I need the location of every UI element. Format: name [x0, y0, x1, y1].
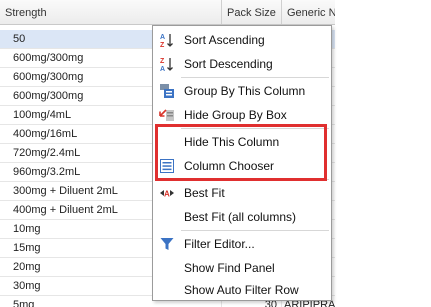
menu-item-label: Show Auto Filter Row — [184, 283, 299, 297]
menu-separator — [181, 179, 329, 180]
menu-item-show-auto-filter-row[interactable]: Show Auto Filter Row — [153, 278, 331, 302]
menu-item-label: Hide This Column — [184, 135, 280, 149]
svg-text:Z: Z — [160, 58, 165, 65]
menu-separator — [181, 230, 329, 231]
menu-item-hide-group-by-box[interactable]: Hide Group By Box — [153, 103, 331, 127]
column-context-menu: A Z Sort Ascending Z A Sort Descending G… — [152, 25, 332, 301]
column-header-strength[interactable]: Strength — [0, 0, 222, 24]
column-header-pack-size[interactable]: Pack Size — [222, 0, 282, 24]
grid-header: Strength Pack Size Generic Na — [0, 0, 335, 25]
svg-text:A: A — [164, 190, 170, 199]
menu-item-sort-descending[interactable]: Z A Sort Descending — [153, 52, 331, 76]
menu-item-best-fit-all-columns[interactable]: Best Fit (all columns) — [153, 205, 331, 229]
menu-item-hide-this-column[interactable]: Hide This Column — [153, 130, 331, 154]
menu-item-label: Best Fit (all columns) — [184, 210, 297, 224]
sort-ascending-icon: A Z — [160, 34, 173, 48]
hide-group-box-icon — [159, 109, 174, 121]
menu-item-label: Best Fit — [184, 186, 225, 200]
menu-item-sort-ascending[interactable]: A Z Sort Ascending — [153, 28, 331, 52]
sort-descending-icon: Z A — [160, 58, 173, 72]
menu-item-label: Show Find Panel — [184, 261, 275, 275]
menu-item-group-by-column[interactable]: Group By This Column — [153, 79, 331, 103]
empty-area — [335, 0, 431, 307]
menu-item-best-fit[interactable]: A Best Fit — [153, 181, 331, 205]
menu-separator — [181, 128, 329, 129]
filter-icon — [160, 238, 174, 250]
menu-item-filter-editor[interactable]: Filter Editor... — [153, 232, 331, 256]
menu-item-label: Hide Group By Box — [184, 108, 287, 122]
svg-text:Z: Z — [160, 42, 165, 48]
column-chooser-icon — [160, 159, 174, 173]
best-fit-icon: A — [160, 190, 174, 199]
menu-item-label: Sort Descending — [184, 57, 273, 71]
svg-text:A: A — [160, 34, 165, 41]
group-by-icon — [160, 84, 174, 98]
menu-item-label: Sort Ascending — [184, 33, 265, 47]
menu-item-label: Column Chooser — [184, 159, 275, 173]
menu-item-label: Filter Editor... — [184, 237, 255, 251]
menu-separator — [181, 77, 329, 78]
menu-item-column-chooser[interactable]: Column Chooser — [153, 154, 331, 178]
svg-text:A: A — [160, 66, 165, 72]
menu-item-show-find-panel[interactable]: Show Find Panel — [153, 256, 331, 280]
menu-item-label: Group By This Column — [184, 84, 306, 98]
column-header-generic-name[interactable]: Generic Na — [282, 0, 335, 24]
